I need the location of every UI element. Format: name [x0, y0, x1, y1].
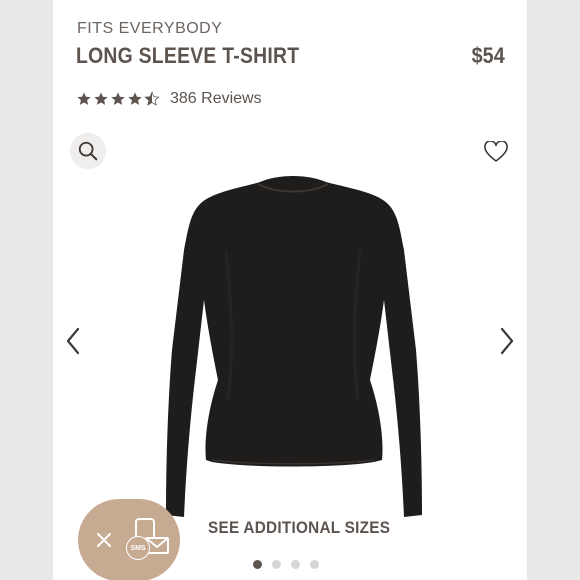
product-page: FITS EVERYBODY LONG SLEEVE T-SHIRT $54 3… [53, 0, 527, 580]
wishlist-button[interactable] [483, 139, 509, 165]
product-title: LONG SLEEVE T-SHIRT [76, 43, 300, 68]
reviews-link[interactable]: 386 Reviews [170, 90, 262, 108]
see-additional-sizes-link[interactable]: SEE ADDITIONAL SIZES [208, 518, 390, 538]
right-backdrop [527, 0, 580, 580]
sms-badge: SMS [126, 536, 150, 560]
star-icon [128, 92, 142, 105]
brand-label: FITS EVERYBODY [77, 20, 223, 37]
chevron-right-icon [500, 327, 514, 355]
phone-mail-icon: SMS [126, 516, 170, 564]
star-icon [111, 92, 125, 105]
heart-icon [484, 141, 508, 162]
close-icon [97, 533, 111, 547]
carousel-dots [253, 560, 319, 569]
star-half-icon [144, 91, 160, 106]
rating-row[interactable]: 386 Reviews [76, 88, 262, 110]
rating-stars [76, 91, 160, 107]
carousel-dot[interactable] [272, 560, 281, 569]
left-backdrop [0, 0, 53, 580]
carousel-next-button[interactable] [495, 324, 519, 358]
star-icon [94, 92, 108, 105]
sms-signup-widget[interactable]: SMS [78, 499, 180, 580]
star-icon [77, 92, 91, 105]
search-icon [78, 141, 98, 161]
product-image [166, 176, 422, 517]
zoom-search-button[interactable] [70, 133, 106, 169]
shirt-body [166, 176, 422, 517]
chevron-left-icon [66, 327, 80, 355]
carousel-dot[interactable] [291, 560, 300, 569]
carousel-dot[interactable] [310, 560, 319, 569]
carousel-prev-button[interactable] [61, 324, 85, 358]
sms-close-button[interactable] [90, 526, 118, 554]
carousel-dot[interactable] [253, 560, 262, 569]
product-price: $54 [471, 43, 505, 68]
